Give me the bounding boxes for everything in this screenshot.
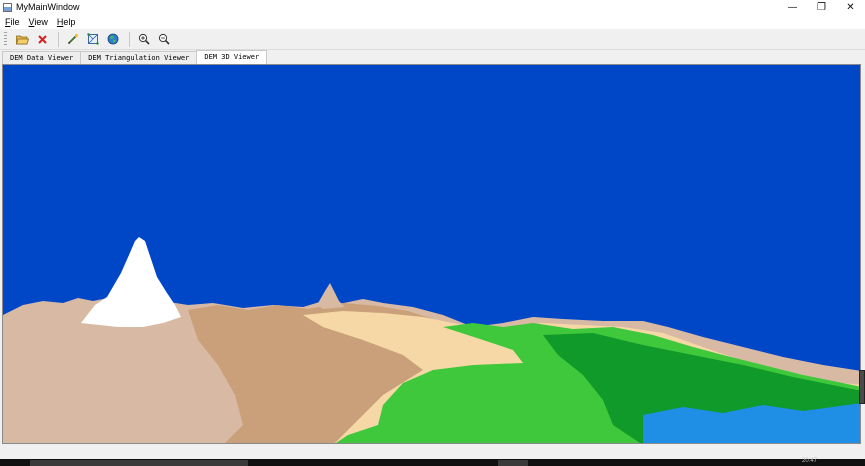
- app-window-icon: [3, 3, 12, 12]
- close-red-x-icon: [37, 34, 47, 44]
- tab-dem-3d-viewer[interactable]: DEM 3D Viewer: [196, 50, 268, 64]
- terrain-water-layer: [643, 403, 860, 443]
- toolbar-grip[interactable]: [4, 32, 7, 46]
- minimize-icon: —: [787, 2, 798, 13]
- window-controls: — ❐ ✕: [778, 0, 865, 15]
- close-window-button[interactable]: ✕: [836, 0, 865, 15]
- menu-file[interactable]: File: [0, 15, 24, 29]
- menu-help[interactable]: Help: [52, 15, 80, 29]
- zoom-out-button[interactable]: [155, 30, 173, 48]
- taskbar-item[interactable]: [30, 460, 248, 466]
- viewer-tab-bar: DEM Data Viewer DEM Triangulation Viewer…: [0, 50, 865, 64]
- pencil-wand-icon: [68, 33, 79, 44]
- triangulation-button[interactable]: [84, 30, 102, 48]
- zoom-out-icon: [158, 33, 170, 45]
- menu-bar: File View Help: [0, 15, 865, 29]
- close-file-button[interactable]: [33, 30, 51, 48]
- terrain-render: [3, 65, 860, 443]
- zoom-in-button[interactable]: [135, 30, 153, 48]
- close-icon: ✕: [846, 2, 855, 13]
- main-toolbar: [0, 29, 865, 50]
- title-bar: MyMainWindow — ❐ ✕: [0, 0, 865, 15]
- viewport-splitter-handle[interactable]: [859, 370, 865, 404]
- open-file-button[interactable]: [13, 30, 31, 48]
- open-folder-icon: [15, 35, 29, 44]
- menu-view[interactable]: View: [24, 15, 52, 29]
- taskbar-clock: 20:47: [801, 458, 817, 464]
- taskbar-item[interactable]: [498, 460, 528, 466]
- zoom-in-icon: [138, 33, 150, 45]
- 3d-view-button[interactable]: [104, 30, 122, 48]
- triangulation-icon: [87, 33, 99, 45]
- minimize-button[interactable]: —: [778, 0, 807, 15]
- status-bar: [0, 444, 865, 459]
- globe-icon: [107, 33, 119, 45]
- window-title: MyMainWindow: [16, 2, 80, 12]
- toolbar-separator: [58, 31, 59, 47]
- restore-icon: ❐: [817, 2, 826, 13]
- tab-dem-triangulation-viewer[interactable]: DEM Triangulation Viewer: [80, 51, 198, 64]
- os-taskbar: 20:47: [0, 458, 865, 466]
- restore-button[interactable]: ❐: [807, 0, 836, 15]
- draw-tool-button[interactable]: [64, 30, 82, 48]
- dem-3d-viewport[interactable]: [2, 64, 861, 444]
- toolbar-separator: [129, 31, 130, 47]
- tab-dem-data-viewer[interactable]: DEM Data Viewer: [2, 51, 82, 64]
